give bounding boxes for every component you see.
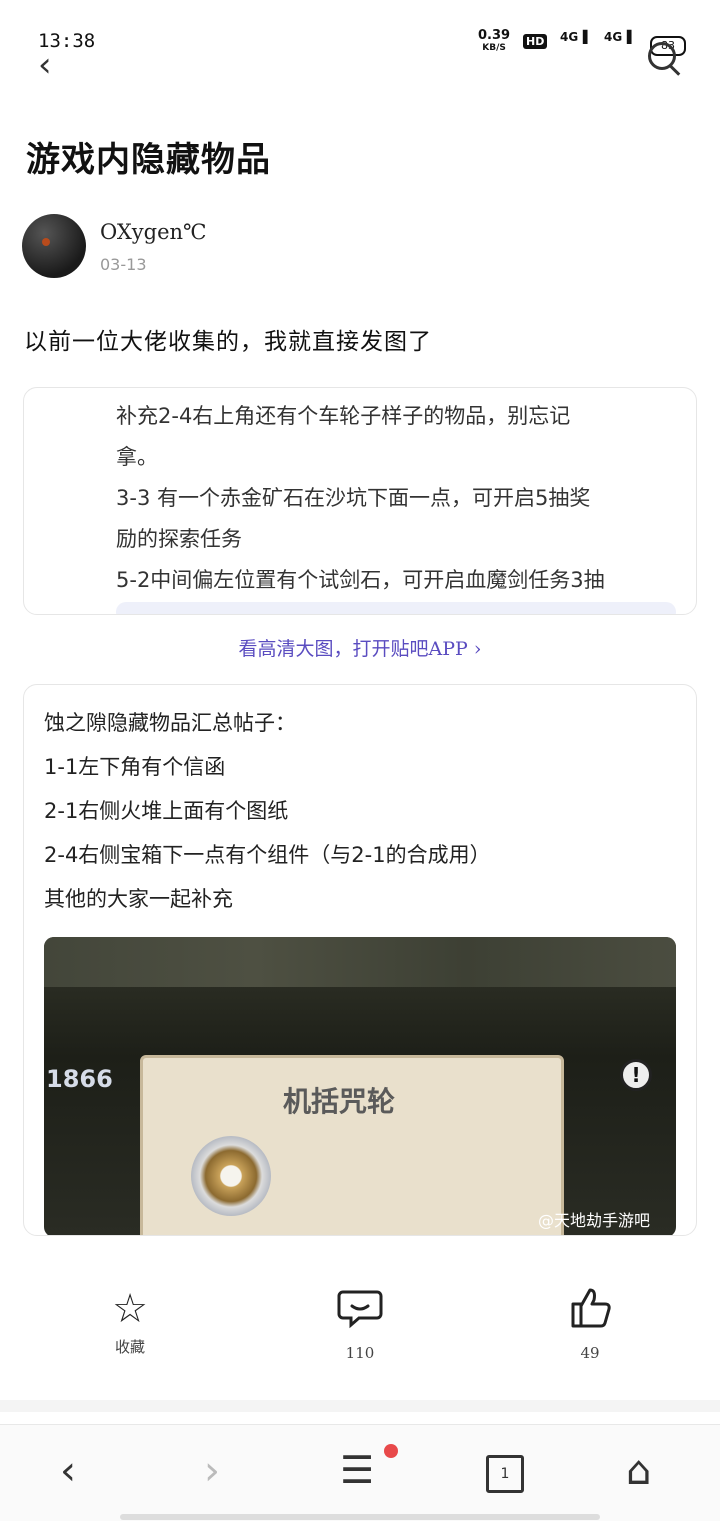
- quote-line: 补充2-4右上角还有个车轮子样子的物品，别忘记: [116, 404, 571, 428]
- content-line: 2-4右侧宝箱下一点有个组件（与2-1的合成用）: [44, 843, 491, 867]
- post-image[interactable]: 1866 机括咒轮 ! @天地劫手游吧: [44, 937, 676, 1235]
- comment-bubble-svg: [337, 1290, 383, 1329]
- like-count: 49: [580, 1344, 600, 1362]
- image-item-title: 机括咒轮: [283, 1085, 396, 1118]
- signal-icon-1: 4G▐: [560, 30, 588, 44]
- warning-icon: !: [620, 1059, 652, 1091]
- quote-line: 3-3 有一个赤金矿石在沙坑下面一点，可开启5抽奖: [116, 486, 591, 510]
- hd-badge: HD: [523, 34, 548, 49]
- nav-forward-icon[interactable]: ›: [204, 1448, 220, 1494]
- collect-button[interactable]: ☆ 收藏: [80, 1284, 180, 1357]
- star-icon: ☆: [112, 1286, 148, 1332]
- comment-button[interactable]: 110: [310, 1284, 410, 1362]
- section-divider: [0, 1400, 720, 1412]
- open-app-link[interactable]: 看高清大图，打开贴吧APP ›: [0, 634, 720, 661]
- image-watermark: @天地劫手游吧: [538, 1211, 651, 1230]
- quote-line: 拿。: [116, 445, 158, 469]
- quote-card[interactable]: 补充2-4右上角还有个车轮子样子的物品，别忘记 拿。 3-3 有一个赤金矿石在沙…: [23, 387, 697, 615]
- signal-2-label: 4G: [604, 30, 623, 44]
- collect-label: 收藏: [114, 1338, 145, 1356]
- gesture-bar: [120, 1514, 600, 1520]
- post-title: 游戏内隐藏物品: [26, 140, 271, 180]
- thumbs-up-icon: [540, 1284, 640, 1342]
- content-line: 其他的大家一起补充: [44, 887, 233, 911]
- signal-icon-2: 4G▐: [604, 30, 632, 44]
- thumbs-up-svg: [571, 1288, 611, 1328]
- author-name[interactable]: OXygen℃: [100, 220, 207, 244]
- quote-line: 5-2中间偏左位置有个试剑石，可开启血魔剑任务3抽: [116, 568, 605, 592]
- quote-fade: [116, 602, 676, 614]
- comment-icon: [310, 1284, 410, 1342]
- search-icon[interactable]: [648, 42, 676, 70]
- like-button[interactable]: 49: [540, 1284, 640, 1362]
- comment-count: 110: [345, 1344, 375, 1362]
- status-bar: 13:38 0.39 KB/S HD 4G▐ 4G▐ 83: [0, 0, 720, 80]
- content-line: 蚀之隙隐藏物品汇总帖子：: [44, 711, 296, 735]
- content-line: 1-1左下角有个信函: [44, 755, 226, 779]
- quote-lines: 补充2-4右上角还有个车轮子样子的物品，别忘记 拿。 3-3 有一个赤金矿石在沙…: [116, 396, 686, 601]
- image-item-panel: 机括咒轮: [140, 1055, 564, 1235]
- content-lines: 蚀之隙隐藏物品汇总帖子： 1-1左下角有个信函 2-1右侧火堆上面有个图纸 2-…: [44, 701, 684, 921]
- post-date: 03-13: [100, 255, 147, 274]
- net-speed-value: 0.39: [478, 28, 511, 43]
- nav-back-icon[interactable]: ‹: [60, 1448, 76, 1494]
- quote-line: 励的探索任务: [116, 527, 242, 551]
- wheel-item-icon: [191, 1136, 271, 1216]
- post-lead-text: 以前一位大佬收集的，我就直接发图了: [24, 329, 432, 355]
- image-background-blind: [44, 937, 676, 987]
- tabs-button[interactable]: 1: [486, 1455, 524, 1493]
- content-card[interactable]: 蚀之隙隐藏物品汇总帖子： 1-1左下角有个信函 2-1右侧火堆上面有个图纸 2-…: [23, 684, 697, 1236]
- back-arrow-icon[interactable]: ‹: [38, 45, 52, 85]
- notification-dot: [384, 1444, 398, 1458]
- signal-1-label: 4G: [560, 30, 579, 44]
- home-icon[interactable]: ⌂: [626, 1448, 651, 1494]
- content-line: 2-1右侧火堆上面有个图纸: [44, 799, 289, 823]
- menu-icon[interactable]: ☰: [340, 1448, 374, 1492]
- net-speed: 0.39 KB/S: [478, 28, 511, 54]
- avatar[interactable]: [22, 214, 86, 278]
- image-number: 1866: [46, 1065, 113, 1093]
- net-speed-unit: KB/S: [482, 43, 506, 53]
